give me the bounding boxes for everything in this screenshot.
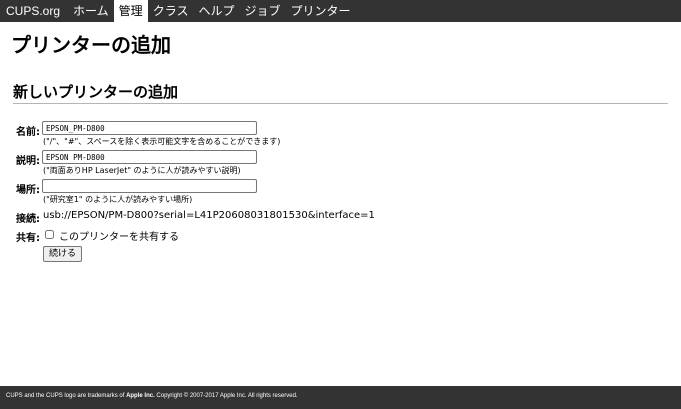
location-label: 場所: (16, 185, 40, 196)
share-printer-checkbox-label[interactable]: このプリンターを共有する (59, 228, 179, 243)
top-nav-bar: CUPS.org ホーム 管理 クラス ヘルプ ジョブ プリンター (0, 0, 681, 22)
name-label: 名前: (16, 127, 40, 138)
footer-suffix: Copyright © 2007-2017 Apple Inc. All rig… (154, 393, 298, 399)
nav-item-printers[interactable]: プリンター (285, 0, 355, 22)
footer-company: Apple Inc. (126, 393, 155, 399)
page-title: プリンターの追加 (11, 33, 171, 57)
footer-prefix: CUPS and the CUPS logo are trademarks of (6, 393, 127, 399)
name-input[interactable] (42, 121, 257, 135)
section-title: 新しいプリンターの追加 (13, 83, 179, 101)
nav-brand-link[interactable]: CUPS.org (0, 0, 68, 22)
sharing-label: 共有: (16, 233, 40, 244)
continue-button[interactable]: 続ける (43, 246, 83, 262)
nav-item-administration[interactable]: 管理 (113, 0, 148, 22)
section-divider (13, 103, 668, 104)
nav-item-home[interactable]: ホーム (68, 0, 114, 22)
description-input[interactable] (42, 150, 257, 164)
location-input[interactable] (42, 179, 257, 193)
footer: CUPS and the CUPS logo are trademarks of… (0, 386, 681, 409)
description-label: 説明: (16, 156, 40, 167)
name-hint: ("/"、"#"、スペースを除く表示可能文字を含めることができます) (43, 137, 281, 146)
connection-label: 接続: (16, 214, 40, 225)
nav-item-classes[interactable]: クラス (148, 0, 194, 22)
nav-item-jobs[interactable]: ジョブ (239, 0, 285, 22)
location-hint: ("研究室1" のように人が読みやすい場所) (43, 195, 193, 204)
nav-item-help[interactable]: ヘルプ (193, 0, 239, 22)
share-printer-checkbox[interactable] (45, 230, 54, 239)
description-hint: ("両面ありHP LaserJet" のように人が読みやすい説明) (43, 166, 241, 175)
connection-uri: usb://EPSON/PM-D800?serial=L41P206080318… (43, 210, 375, 221)
